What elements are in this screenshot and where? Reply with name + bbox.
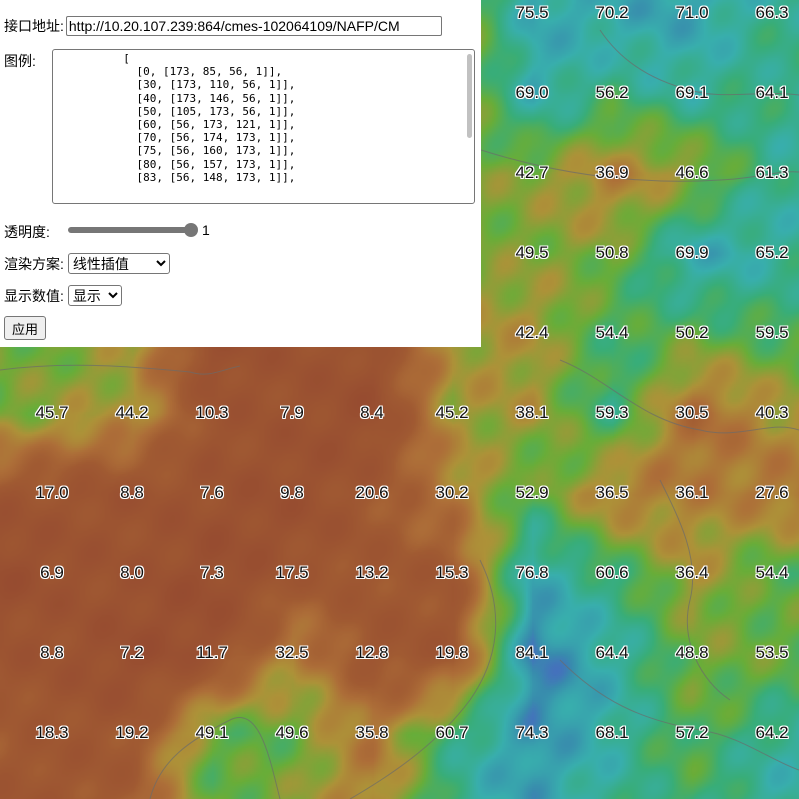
display-row: 显示数值: 显示 [4, 285, 122, 306]
opacity-slider-thumb[interactable] [184, 223, 198, 237]
url-row: 接口地址: [4, 16, 442, 36]
boundary-line [559, 359, 799, 434]
boundary-line [349, 559, 497, 799]
legend-label: 图例: [4, 53, 36, 69]
opacity-slider[interactable] [68, 222, 198, 238]
apply-button[interactable]: 应用 [4, 316, 47, 340]
legend-row: 图例: [4, 51, 36, 71]
boundary-line [149, 717, 281, 799]
display-value-select[interactable]: 显示 [67, 285, 122, 306]
legend-textarea[interactable]: [ [0, [173, 85, 56, 1]], [30, [173, 110,… [52, 49, 475, 204]
opacity-label: 透明度: [4, 224, 50, 240]
boundary-line [480, 149, 799, 182]
boundary-line [659, 479, 731, 701]
boundary-line [559, 659, 799, 771]
url-label: 接口地址: [4, 18, 64, 34]
display-label: 显示数值: [4, 287, 64, 304]
apply-row: 应用 [4, 316, 47, 340]
url-input[interactable] [65, 16, 442, 36]
opacity-row: 透明度: [4, 222, 50, 242]
render-row: 渲染方案: 线性插值 [4, 253, 170, 274]
boundary-line [599, 29, 799, 96]
opacity-value-row: 1 [202, 222, 210, 238]
control-panel: 接口地址: 图例: [ [0, [173, 85, 56, 1]], [30, … [0, 0, 481, 347]
boundary-line [0, 364, 241, 375]
opacity-value: 1 [202, 222, 210, 238]
render-label: 渲染方案: [4, 255, 64, 272]
opacity-slider-track[interactable] [68, 227, 196, 233]
render-scheme-select[interactable]: 线性插值 [67, 253, 170, 274]
legend-scrollbar-thumb[interactable] [467, 54, 472, 138]
